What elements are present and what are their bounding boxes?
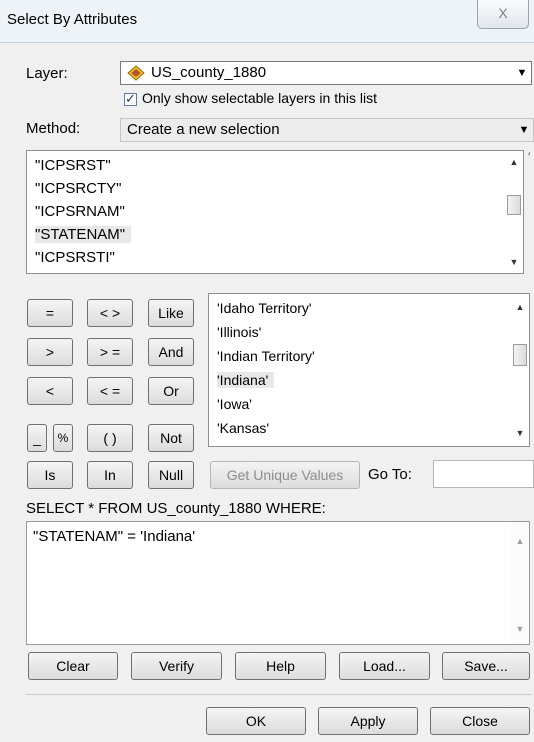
- title-bar: Select By Attributes X: [0, 0, 534, 43]
- sql-scrollbar[interactable]: ▲ ▼: [511, 522, 529, 644]
- field-item[interactable]: "STATENAM": [35, 226, 132, 243]
- scroll-thumb[interactable]: [513, 344, 527, 366]
- load-button[interactable]: Load...: [339, 652, 430, 680]
- values-list[interactable]: 'Idaho Territory' 'Illinois' 'Indian Ter…: [208, 293, 530, 447]
- value-item[interactable]: 'Indiana': [217, 372, 275, 388]
- clear-button[interactable]: Clear: [28, 652, 118, 680]
- is-button[interactable]: Is: [27, 461, 73, 489]
- greater-equal-button[interactable]: > =: [87, 338, 133, 366]
- method-dropdown[interactable]: Create a new selection ▼: [120, 118, 534, 142]
- chevron-down-icon[interactable]: ▼: [513, 62, 531, 84]
- go-to-label: Go To:: [368, 466, 412, 483]
- scroll-down-icon[interactable]: ▼: [511, 620, 529, 638]
- apply-button[interactable]: Apply: [318, 707, 418, 735]
- method-value: Create a new selection: [127, 121, 280, 138]
- value-item[interactable]: 'Iowa': [217, 396, 252, 412]
- ok-button[interactable]: OK: [206, 707, 306, 735]
- sql-prefix: SELECT * FROM US_county_1880 WHERE:: [26, 500, 326, 517]
- value-item[interactable]: 'Indian Territory': [217, 348, 315, 364]
- like-button[interactable]: Like: [148, 299, 194, 327]
- only-selectable-checkbox[interactable]: ✓: [124, 91, 137, 106]
- layer-dropdown[interactable]: US_county_1880 ▼: [120, 61, 532, 85]
- scroll-thumb[interactable]: [507, 195, 521, 215]
- null-button[interactable]: Null: [148, 461, 194, 489]
- layer-value: US_county_1880: [151, 64, 267, 81]
- underscore-button[interactable]: _: [27, 424, 47, 452]
- sql-expression-text[interactable]: "STATENAM" = 'Indiana': [33, 528, 195, 545]
- close-button[interactable]: Close: [430, 707, 530, 735]
- not-button[interactable]: Not: [148, 424, 194, 452]
- value-item[interactable]: 'Idaho Territory': [217, 300, 312, 316]
- scroll-down-icon[interactable]: ▼: [511, 424, 529, 442]
- fields-scrollbar[interactable]: ▲ ▼: [505, 151, 523, 273]
- fields-list[interactable]: "ICPSRST" "ICPSRCTY" "ICPSRNAM" "STATENA…: [26, 150, 524, 274]
- get-unique-values-button[interactable]: Get Unique Values: [210, 461, 360, 489]
- verify-button[interactable]: Verify: [131, 652, 222, 680]
- checkmark-icon: ✓: [125, 91, 136, 106]
- in-button[interactable]: In: [87, 461, 133, 489]
- scroll-up-icon[interactable]: ▲: [511, 532, 529, 550]
- values-scrollbar[interactable]: ▲ ▼: [511, 294, 529, 446]
- not-equal-button[interactable]: < >: [87, 299, 133, 327]
- scroll-up-icon[interactable]: ▲: [511, 298, 529, 316]
- layer-label: Layer:: [26, 65, 68, 82]
- method-label: Method:: [26, 120, 81, 137]
- help-button[interactable]: Help: [235, 652, 326, 680]
- and-button[interactable]: And: [148, 338, 194, 366]
- layer-icon: [127, 65, 145, 81]
- less-equal-button[interactable]: < =: [87, 377, 133, 405]
- field-item[interactable]: "ICPSRSTI": [35, 249, 115, 266]
- parentheses-button[interactable]: ( ): [87, 424, 133, 452]
- footer-divider: [26, 694, 532, 695]
- or-button[interactable]: Or: [148, 377, 194, 405]
- close-icon[interactable]: X: [477, 0, 529, 29]
- only-selectable-label: Only show selectable layers in this list: [142, 90, 377, 106]
- field-item[interactable]: "ICPSRNAM": [35, 203, 125, 220]
- field-item[interactable]: "ICPSRST": [35, 157, 111, 174]
- greater-than-button[interactable]: >: [27, 338, 73, 366]
- scroll-up-icon[interactable]: ▲: [505, 153, 523, 171]
- value-item[interactable]: 'Illinois': [217, 324, 261, 340]
- scroll-down-icon[interactable]: ▼: [505, 253, 523, 271]
- value-item[interactable]: 'Kansas': [217, 420, 269, 436]
- equals-button[interactable]: =: [27, 299, 73, 327]
- less-than-button[interactable]: <: [27, 377, 73, 405]
- chevron-down-icon[interactable]: ▼: [515, 119, 533, 141]
- field-item[interactable]: "ICPSRCTY": [35, 180, 122, 197]
- dialog-title: Select By Attributes: [7, 11, 138, 28]
- splitter-handle[interactable]: ′: [528, 150, 530, 164]
- sql-expression-box[interactable]: "STATENAM" = 'Indiana' ▲ ▼: [26, 521, 530, 645]
- go-to-input[interactable]: [433, 460, 534, 488]
- percent-button[interactable]: %: [53, 424, 73, 452]
- save-button[interactable]: Save...: [442, 652, 530, 680]
